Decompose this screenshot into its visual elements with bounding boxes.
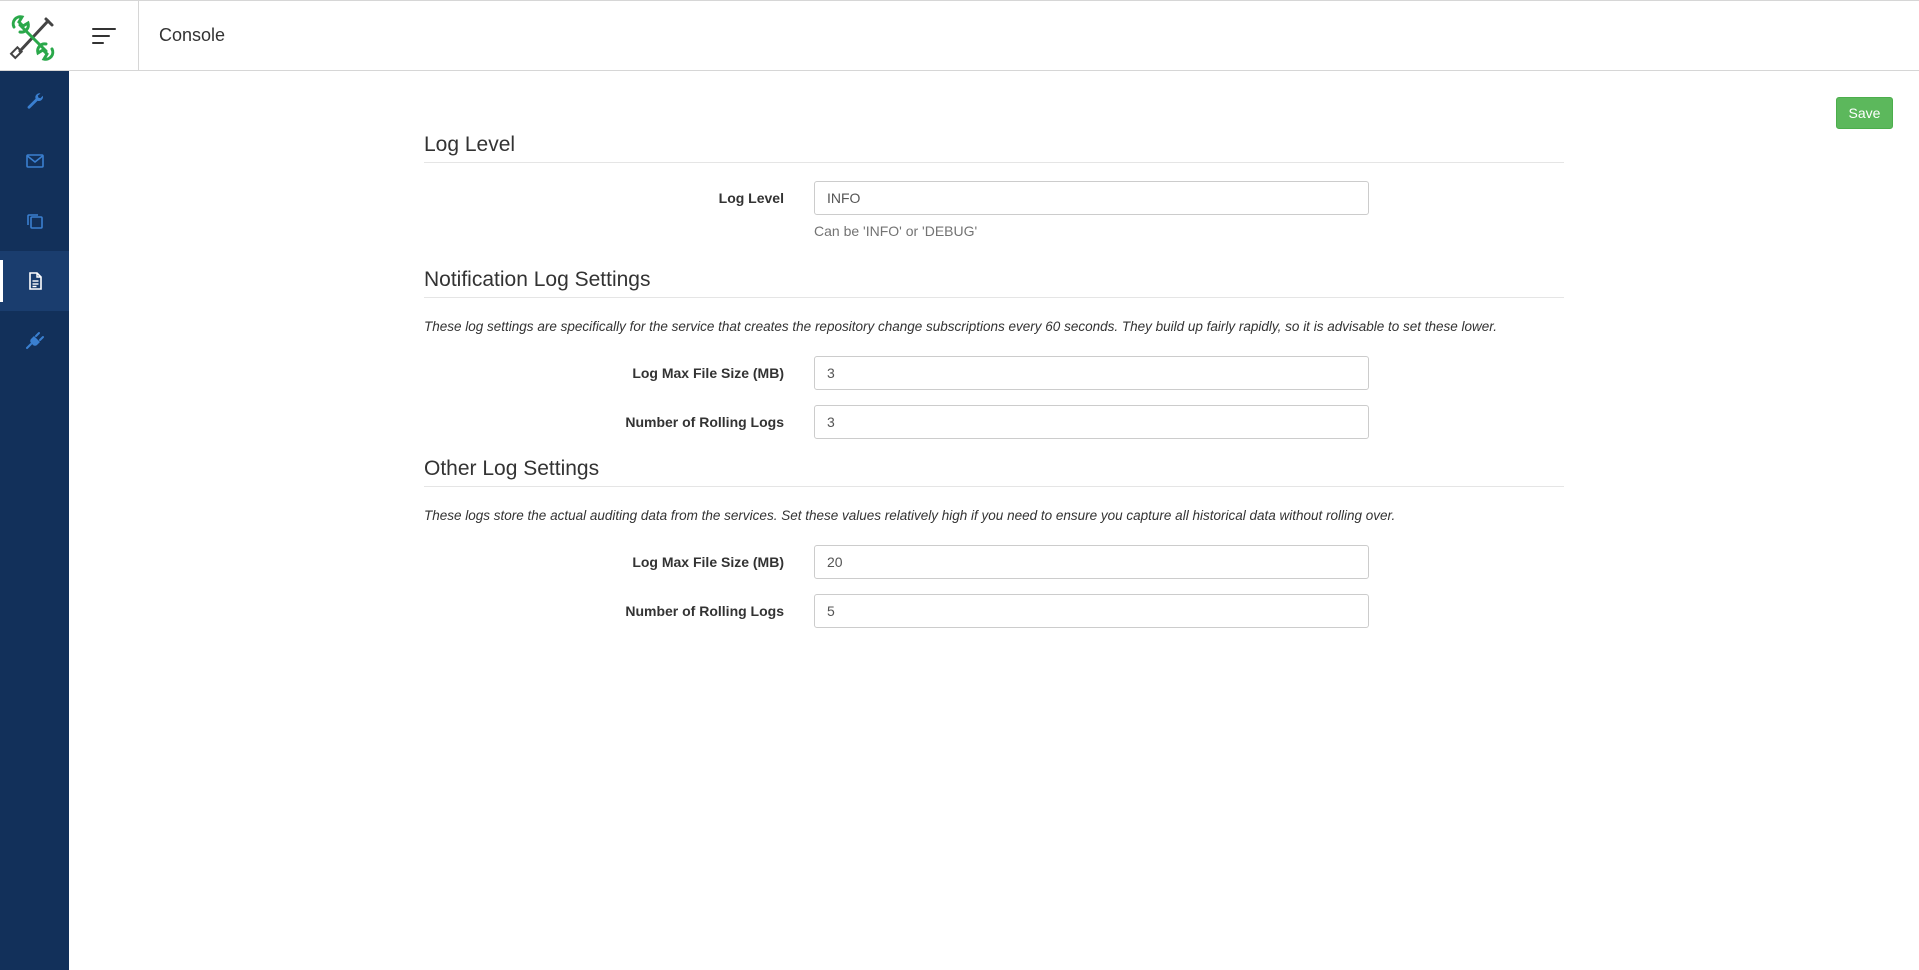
other-rolling-input[interactable] bbox=[814, 594, 1369, 628]
sidebar-item-settings[interactable] bbox=[0, 71, 69, 131]
log-level-section: Log Level bbox=[424, 133, 1564, 163]
file-icon bbox=[28, 272, 42, 290]
notification-max-size-input[interactable] bbox=[814, 356, 1369, 390]
sidebar bbox=[0, 71, 69, 970]
section-title-other: Other Log Settings bbox=[424, 457, 1564, 487]
app-title: Console bbox=[159, 25, 226, 45]
log-level-help: Can be 'INFO' or 'DEBUG' bbox=[814, 223, 978, 239]
notification-rolling-input[interactable] bbox=[814, 405, 1369, 439]
menu-toggle-icon[interactable] bbox=[90, 24, 118, 48]
top-header: Console bbox=[0, 0, 1919, 71]
sidebar-item-logs[interactable] bbox=[0, 251, 69, 311]
plug-icon bbox=[25, 332, 44, 349]
save-button[interactable]: Save bbox=[1836, 97, 1893, 129]
log-level-input[interactable] bbox=[814, 181, 1369, 215]
other-section: Other Log Settings bbox=[424, 457, 1564, 487]
other-max-size-label: Log Max File Size (MB) bbox=[632, 554, 784, 570]
sidebar-item-mail[interactable] bbox=[0, 131, 69, 191]
notification-section: Notification Log Settings bbox=[424, 268, 1564, 298]
wrench-icon bbox=[27, 93, 43, 109]
tools-logo-icon[interactable] bbox=[8, 13, 58, 63]
sidebar-item-copy[interactable] bbox=[0, 191, 69, 251]
notification-max-size-label: Log Max File Size (MB) bbox=[632, 365, 784, 381]
header-divider bbox=[138, 1, 139, 71]
other-description: These logs store the actual auditing dat… bbox=[424, 508, 1396, 523]
envelope-icon bbox=[25, 154, 44, 168]
section-title-log-level: Log Level bbox=[424, 133, 1564, 163]
section-title-notification: Notification Log Settings bbox=[424, 268, 1564, 298]
notification-rolling-label: Number of Rolling Logs bbox=[625, 414, 784, 430]
copy-icon bbox=[26, 214, 43, 229]
sidebar-item-plugins[interactable] bbox=[0, 311, 69, 371]
other-rolling-label: Number of Rolling Logs bbox=[625, 603, 784, 619]
notification-description: These log settings are specifically for … bbox=[424, 319, 1498, 334]
log-level-label: Log Level bbox=[718, 190, 784, 206]
other-max-size-input[interactable] bbox=[814, 545, 1369, 579]
